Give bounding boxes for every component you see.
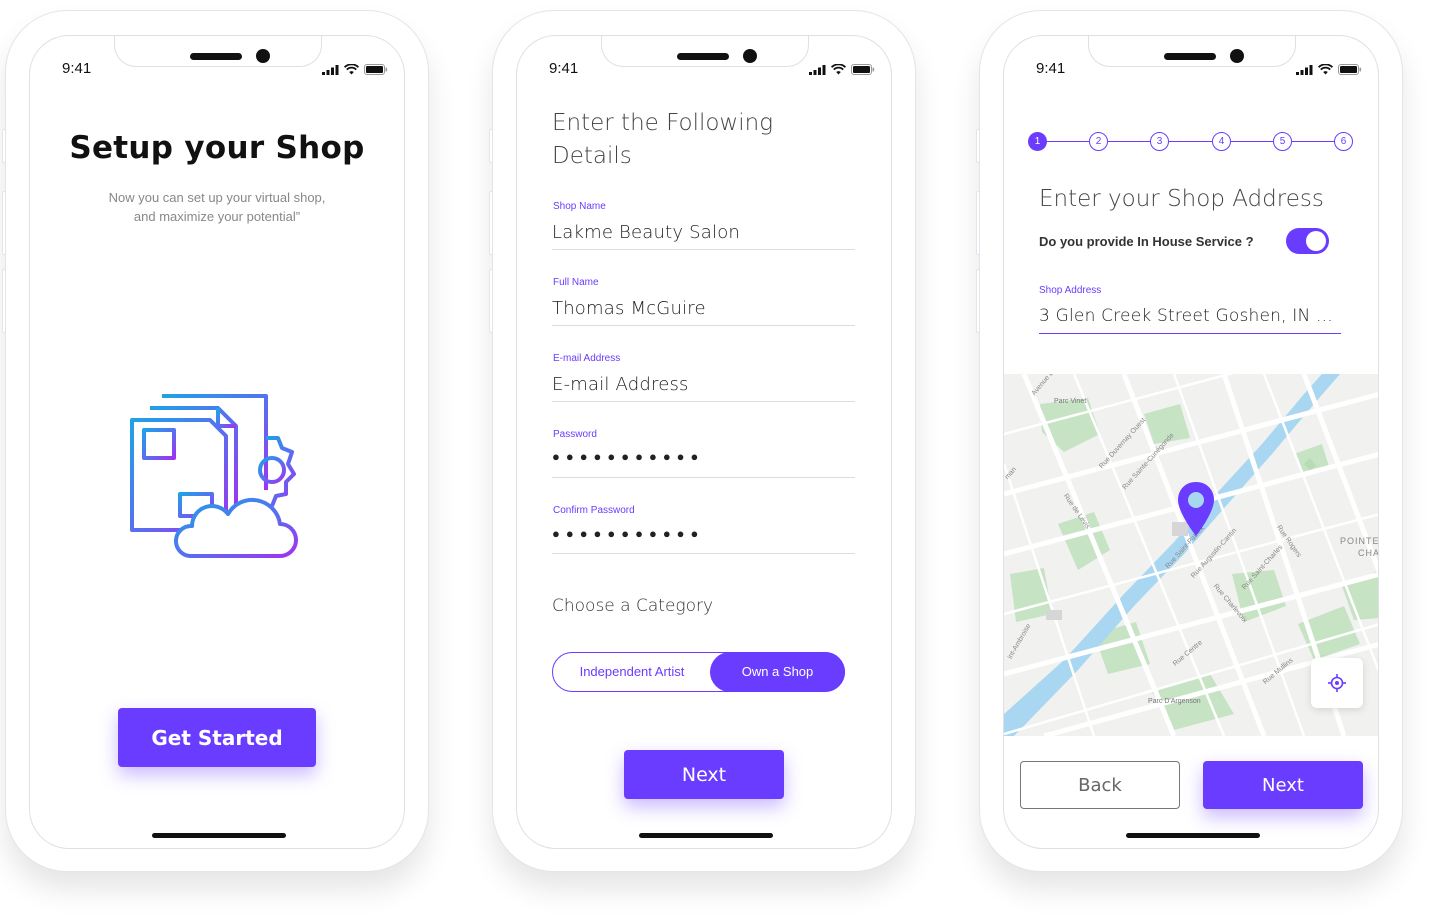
field-underline (552, 325, 855, 326)
page-heading: Enter your Shop Address (1039, 186, 1324, 212)
screen-address: 9:41 1 2 3 4 5 6 Enter your Shop Address… (1003, 35, 1379, 849)
notch (601, 36, 809, 67)
in-house-question: Do you provide In House Service ? (1039, 234, 1254, 249)
page-heading: Details (552, 143, 632, 169)
shop-name-label: Shop Name (553, 201, 606, 212)
in-house-toggle[interactable] (1286, 228, 1329, 254)
speaker (190, 53, 242, 60)
side-button (489, 191, 493, 255)
step-6[interactable]: 6 (1334, 132, 1353, 151)
confirm-password-label: Confirm Password (553, 505, 635, 516)
location-pin-icon (1178, 482, 1214, 536)
side-button (489, 269, 493, 333)
shop-address-input[interactable]: 3 Glen Creek Street Goshen, IN ... (1039, 306, 1333, 326)
battery-icon (851, 64, 875, 75)
map-label: POINTE (1340, 536, 1379, 546)
step-2[interactable]: 2 (1089, 132, 1108, 151)
page-heading: Enter the Following (552, 110, 774, 136)
password-label: Password (553, 429, 597, 440)
wifi-icon (831, 64, 846, 75)
status-time: 9:41 (62, 60, 92, 77)
field-underline (552, 553, 855, 554)
phone-frame-setup: 9:41 Setup your Shop Now you can set up … (2, 10, 429, 872)
full-name-input[interactable]: Thomas McGuire (552, 298, 706, 319)
next-button[interactable]: Next (1203, 761, 1363, 809)
step-5[interactable]: 5 (1273, 132, 1292, 151)
notch (114, 36, 322, 67)
battery-icon (364, 64, 388, 75)
wifi-icon (1318, 64, 1333, 75)
password-input[interactable]: ●●●●●●●●●●● (552, 449, 704, 464)
field-underline (552, 477, 855, 478)
side-button (2, 129, 6, 163)
home-indicator (639, 833, 773, 838)
camera (1230, 49, 1244, 63)
address-underline (1039, 333, 1341, 334)
map-label: Parc Vinet (1054, 398, 1087, 405)
camera (256, 49, 270, 63)
screen-details: 9:41 Enter the Following Details Shop Na… (516, 35, 892, 849)
shop-address-label: Shop Address (1039, 285, 1102, 296)
subtitle-line: Now you can set up your virtual shop, (108, 190, 326, 205)
progress-stepper: 1 2 3 4 5 6 (1028, 132, 1356, 152)
side-button (976, 129, 980, 163)
side-button (976, 191, 980, 255)
home-indicator (152, 833, 286, 838)
stepper-line (1038, 141, 1344, 142)
back-button[interactable]: Back (1020, 761, 1180, 809)
status-icons (809, 64, 875, 75)
category-heading: Choose a Category (552, 596, 714, 616)
subtitle-line: and maximize your potential” (133, 209, 301, 224)
my-location-button[interactable] (1311, 658, 1363, 708)
map-label: Parc D'Argenson (1148, 698, 1201, 705)
side-button (2, 269, 6, 333)
full-name-label: Full Name (553, 277, 599, 288)
status-time: 9:41 (1036, 60, 1066, 77)
phone-frame-address: 9:41 1 2 3 4 5 6 Enter your Shop Address… (976, 10, 1403, 872)
cellular-signal-icon (322, 64, 339, 75)
side-button (976, 269, 980, 333)
segment-own-a-shop[interactable]: Own a Shop (710, 652, 845, 692)
field-underline (552, 401, 855, 402)
step-4[interactable]: 4 (1212, 132, 1231, 151)
get-started-button[interactable]: Get Started (118, 708, 316, 767)
segment-independent-artist[interactable]: Independent Artist (553, 653, 711, 691)
screen-setup: 9:41 Setup your Shop Now you can set up … (29, 35, 405, 849)
category-segmented-control: Independent Artist Own a Shop (552, 652, 845, 692)
toggle-knob (1306, 231, 1326, 251)
side-button (2, 191, 6, 255)
notch (1088, 36, 1296, 67)
map-label: CHA (1358, 548, 1379, 558)
wifi-icon (344, 64, 359, 75)
phone-frame-details: 9:41 Enter the Following Details Shop Na… (489, 10, 916, 872)
crosshair-icon (1328, 674, 1346, 692)
cellular-signal-icon (1296, 64, 1313, 75)
page-title: Setup your Shop (69, 130, 365, 166)
shop-setup-illustration (130, 394, 298, 558)
email-label: E-mail Address (553, 353, 621, 364)
cellular-signal-icon (809, 64, 826, 75)
side-button (489, 129, 493, 163)
email-input[interactable]: E-mail Address (552, 374, 689, 395)
confirm-password-input[interactable]: ●●●●●●●●●●● (552, 526, 704, 541)
step-3[interactable]: 3 (1150, 132, 1169, 151)
home-indicator (1126, 833, 1260, 838)
field-underline (552, 249, 855, 250)
speaker (677, 53, 729, 60)
status-icons (322, 64, 388, 75)
map-view[interactable]: Avenue L Parc Vinet Rue Duvernay Ouest R… (1004, 374, 1379, 736)
shop-name-input[interactable]: Lakme Beauty Salon (552, 222, 740, 243)
next-button[interactable]: Next (624, 750, 784, 799)
status-icons (1296, 64, 1362, 75)
battery-icon (1338, 64, 1362, 75)
step-1[interactable]: 1 (1028, 132, 1047, 151)
status-time: 9:41 (549, 60, 579, 77)
speaker (1164, 53, 1216, 60)
camera (743, 49, 757, 63)
